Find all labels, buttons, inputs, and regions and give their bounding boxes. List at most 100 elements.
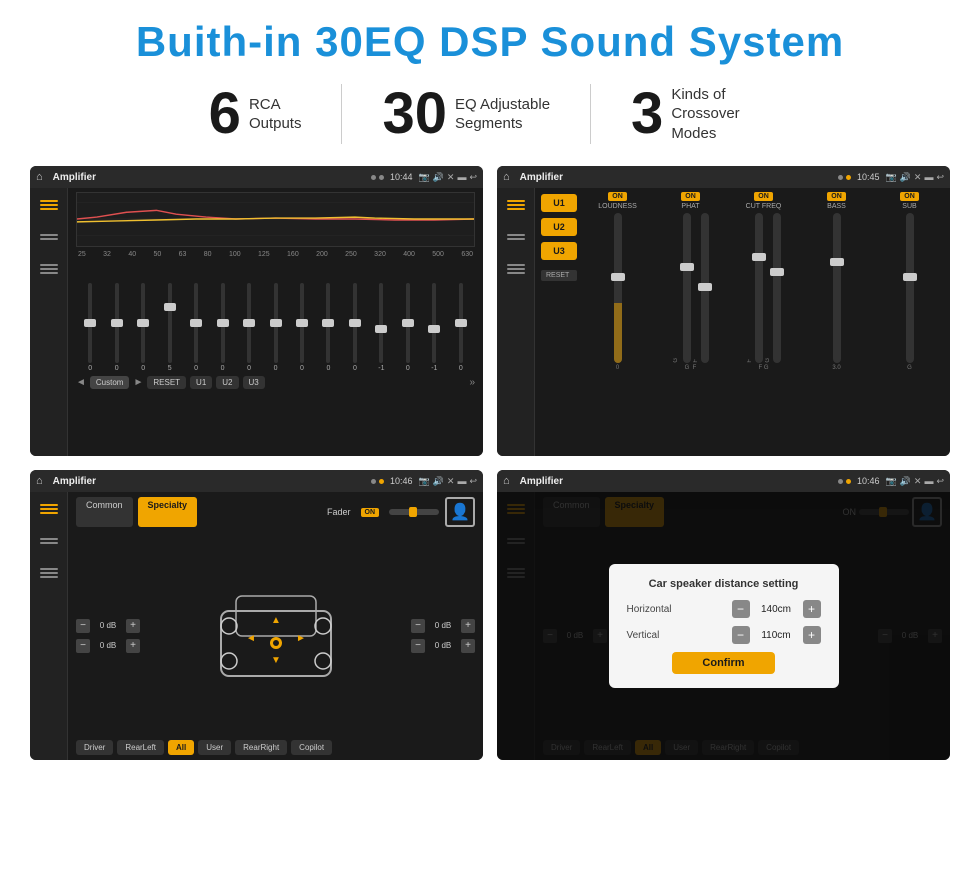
vertical-minus-btn[interactable]: −	[732, 626, 750, 644]
eq-slider-13[interactable]: 0	[396, 283, 420, 372]
eq-slider-5[interactable]: 0	[184, 283, 208, 372]
eq-slider-12[interactable]: -1	[369, 283, 393, 372]
channel-cutfreq: ON CUT FREQ F G	[729, 192, 798, 452]
eq-next-arrow[interactable]: ►	[133, 377, 143, 388]
fd-sidebar-icon-1[interactable]	[37, 500, 61, 518]
fader-status-dots	[371, 479, 384, 484]
vol-plus-1[interactable]: +	[126, 619, 140, 633]
fader-time: 10:46	[390, 476, 413, 486]
svg-text:◄: ◄	[246, 633, 256, 644]
eq-u3-btn[interactable]: U3	[243, 376, 265, 389]
eq-time: 10:44	[390, 172, 413, 182]
cr-sidebar-icon-3[interactable]	[504, 260, 528, 278]
eq-slider-3[interactable]: 0	[131, 283, 155, 372]
vol-minus-4[interactable]: −	[411, 639, 425, 653]
fdot1	[371, 479, 376, 484]
rearleft-btn[interactable]: RearLeft	[117, 740, 164, 755]
dialog-horizontal-label: Horizontal	[627, 604, 672, 615]
vol-val-1: 0 dB	[93, 621, 123, 630]
dialog-vertical-label: Vertical	[627, 630, 660, 641]
vol-plus-2[interactable]: +	[126, 639, 140, 653]
cr-sidebar-icon-1[interactable]	[504, 196, 528, 214]
cr-battery-icon: ▬	[924, 172, 933, 182]
eq-slider-8[interactable]: 0	[263, 283, 287, 372]
eq-slider-11[interactable]: 0	[343, 283, 367, 372]
fader-h-slider[interactable]	[389, 509, 439, 515]
fd-camera-icon: 📷	[418, 476, 429, 487]
eq-slider-10[interactable]: 0	[316, 283, 340, 372]
vertical-value: 110cm	[754, 630, 799, 641]
horizontal-minus-btn[interactable]: −	[732, 600, 750, 618]
eq-main-area: 25 32 40 50 63 80 100 125 160 200 250 32…	[68, 188, 483, 456]
eq-sidebar-icon-3[interactable]	[37, 260, 61, 278]
eq-home-icon: ⌂	[36, 171, 43, 183]
fader-specialty-tab[interactable]: Specialty	[138, 497, 198, 527]
vol-plus-4[interactable]: +	[461, 639, 475, 653]
eq-slider-15[interactable]: 0	[449, 283, 473, 372]
car-diagram-svg: ◄ ► ▲ ▼	[211, 581, 341, 691]
vol-minus-2[interactable]: −	[76, 639, 90, 653]
back-icon: ↩	[469, 172, 477, 183]
eq-slider-4[interactable]: 5	[157, 283, 181, 372]
fader-status-bar: ⌂ Amplifier 10:46 📷 🔊 ✕ ▬ ↩	[30, 470, 483, 492]
all-btn[interactable]: All	[168, 740, 194, 755]
fader-on-badge: ON	[361, 508, 380, 517]
driver-btn[interactable]: Driver	[76, 740, 113, 755]
vol-controls-left: − 0 dB + − 0 dB +	[76, 537, 140, 734]
dl-x-icon: ✕	[914, 476, 922, 487]
stat-crossover: 3 Kinds ofCrossover Modes	[591, 85, 811, 144]
cutfreq-label: CUT FREQ	[746, 203, 782, 210]
user-btn[interactable]: User	[198, 740, 231, 755]
dialog-vertical-row: Vertical − 110cm +	[627, 626, 821, 644]
fdot2	[379, 479, 384, 484]
crossover-screen-card: ⌂ Amplifier 10:45 📷 🔊 ✕ ▬ ↩	[497, 166, 950, 456]
rearright-btn[interactable]: RearRight	[235, 740, 287, 755]
vol-val-2: 0 dB	[93, 641, 123, 650]
fader-sliders	[389, 509, 439, 515]
vol-plus-3[interactable]: +	[461, 619, 475, 633]
fd-x-icon: ✕	[447, 476, 455, 487]
crossover-reset-btn[interactable]: RESET	[541, 270, 577, 281]
eq-slider-7[interactable]: 0	[237, 283, 261, 372]
dialog-vertical-control: − 110cm +	[732, 626, 821, 644]
cdot2	[846, 175, 851, 180]
eq-prev-arrow[interactable]: ◄	[76, 377, 86, 388]
eq-custom-btn[interactable]: Custom	[90, 376, 130, 389]
car-center: ◄ ► ▲ ▼	[146, 537, 405, 734]
u1-btn[interactable]: U1	[541, 194, 577, 212]
crossover-home-icon: ⌂	[503, 171, 510, 183]
stats-row: 6 RCAOutputs 30 EQ AdjustableSegments 3 …	[30, 84, 950, 144]
vertical-plus-btn[interactable]: +	[803, 626, 821, 644]
fd-sidebar-icon-2[interactable]	[37, 532, 61, 550]
eq-arrows-right: »	[469, 377, 475, 388]
cr-sidebar-icon-2[interactable]	[504, 228, 528, 246]
vol-val-4: 0 dB	[428, 641, 458, 650]
stat-rca: 6 RCAOutputs	[169, 85, 342, 143]
loudness-on-badge: ON	[608, 192, 627, 201]
eq-sidebar-icon-1[interactable]	[37, 196, 61, 214]
u3-btn[interactable]: U3	[541, 242, 577, 260]
vol-minus-3[interactable]: −	[411, 619, 425, 633]
eq-slider-6[interactable]: 0	[210, 283, 234, 372]
copilot-btn[interactable]: Copilot	[291, 740, 332, 755]
confirm-button[interactable]: Confirm	[672, 652, 774, 674]
eq-reset-btn[interactable]: RESET	[147, 376, 186, 389]
eq-slider-14[interactable]: -1	[422, 283, 446, 372]
svg-text:▼: ▼	[271, 655, 281, 666]
eq-slider-1[interactable]: 0	[78, 283, 102, 372]
stat-label-crossover: Kinds ofCrossover Modes	[671, 85, 771, 144]
eq-slider-9[interactable]: 0	[290, 283, 314, 372]
u2-btn[interactable]: U2	[541, 218, 577, 236]
eq-sidebar-icon-2[interactable]	[37, 228, 61, 246]
eq-slider-2[interactable]: 0	[104, 283, 128, 372]
crossover-time: 10:45	[857, 172, 880, 182]
fd-sidebar-icon-3[interactable]	[37, 564, 61, 582]
vol-minus-1[interactable]: −	[76, 619, 90, 633]
stat-number-rca: 6	[209, 85, 241, 143]
fader-common-tab[interactable]: Common	[76, 497, 133, 527]
cr-camera-icon: 📷	[885, 172, 896, 183]
battery-icon: ▬	[457, 172, 466, 182]
eq-u2-btn[interactable]: U2	[216, 376, 238, 389]
horizontal-plus-btn[interactable]: +	[803, 600, 821, 618]
eq-u1-btn[interactable]: U1	[190, 376, 212, 389]
